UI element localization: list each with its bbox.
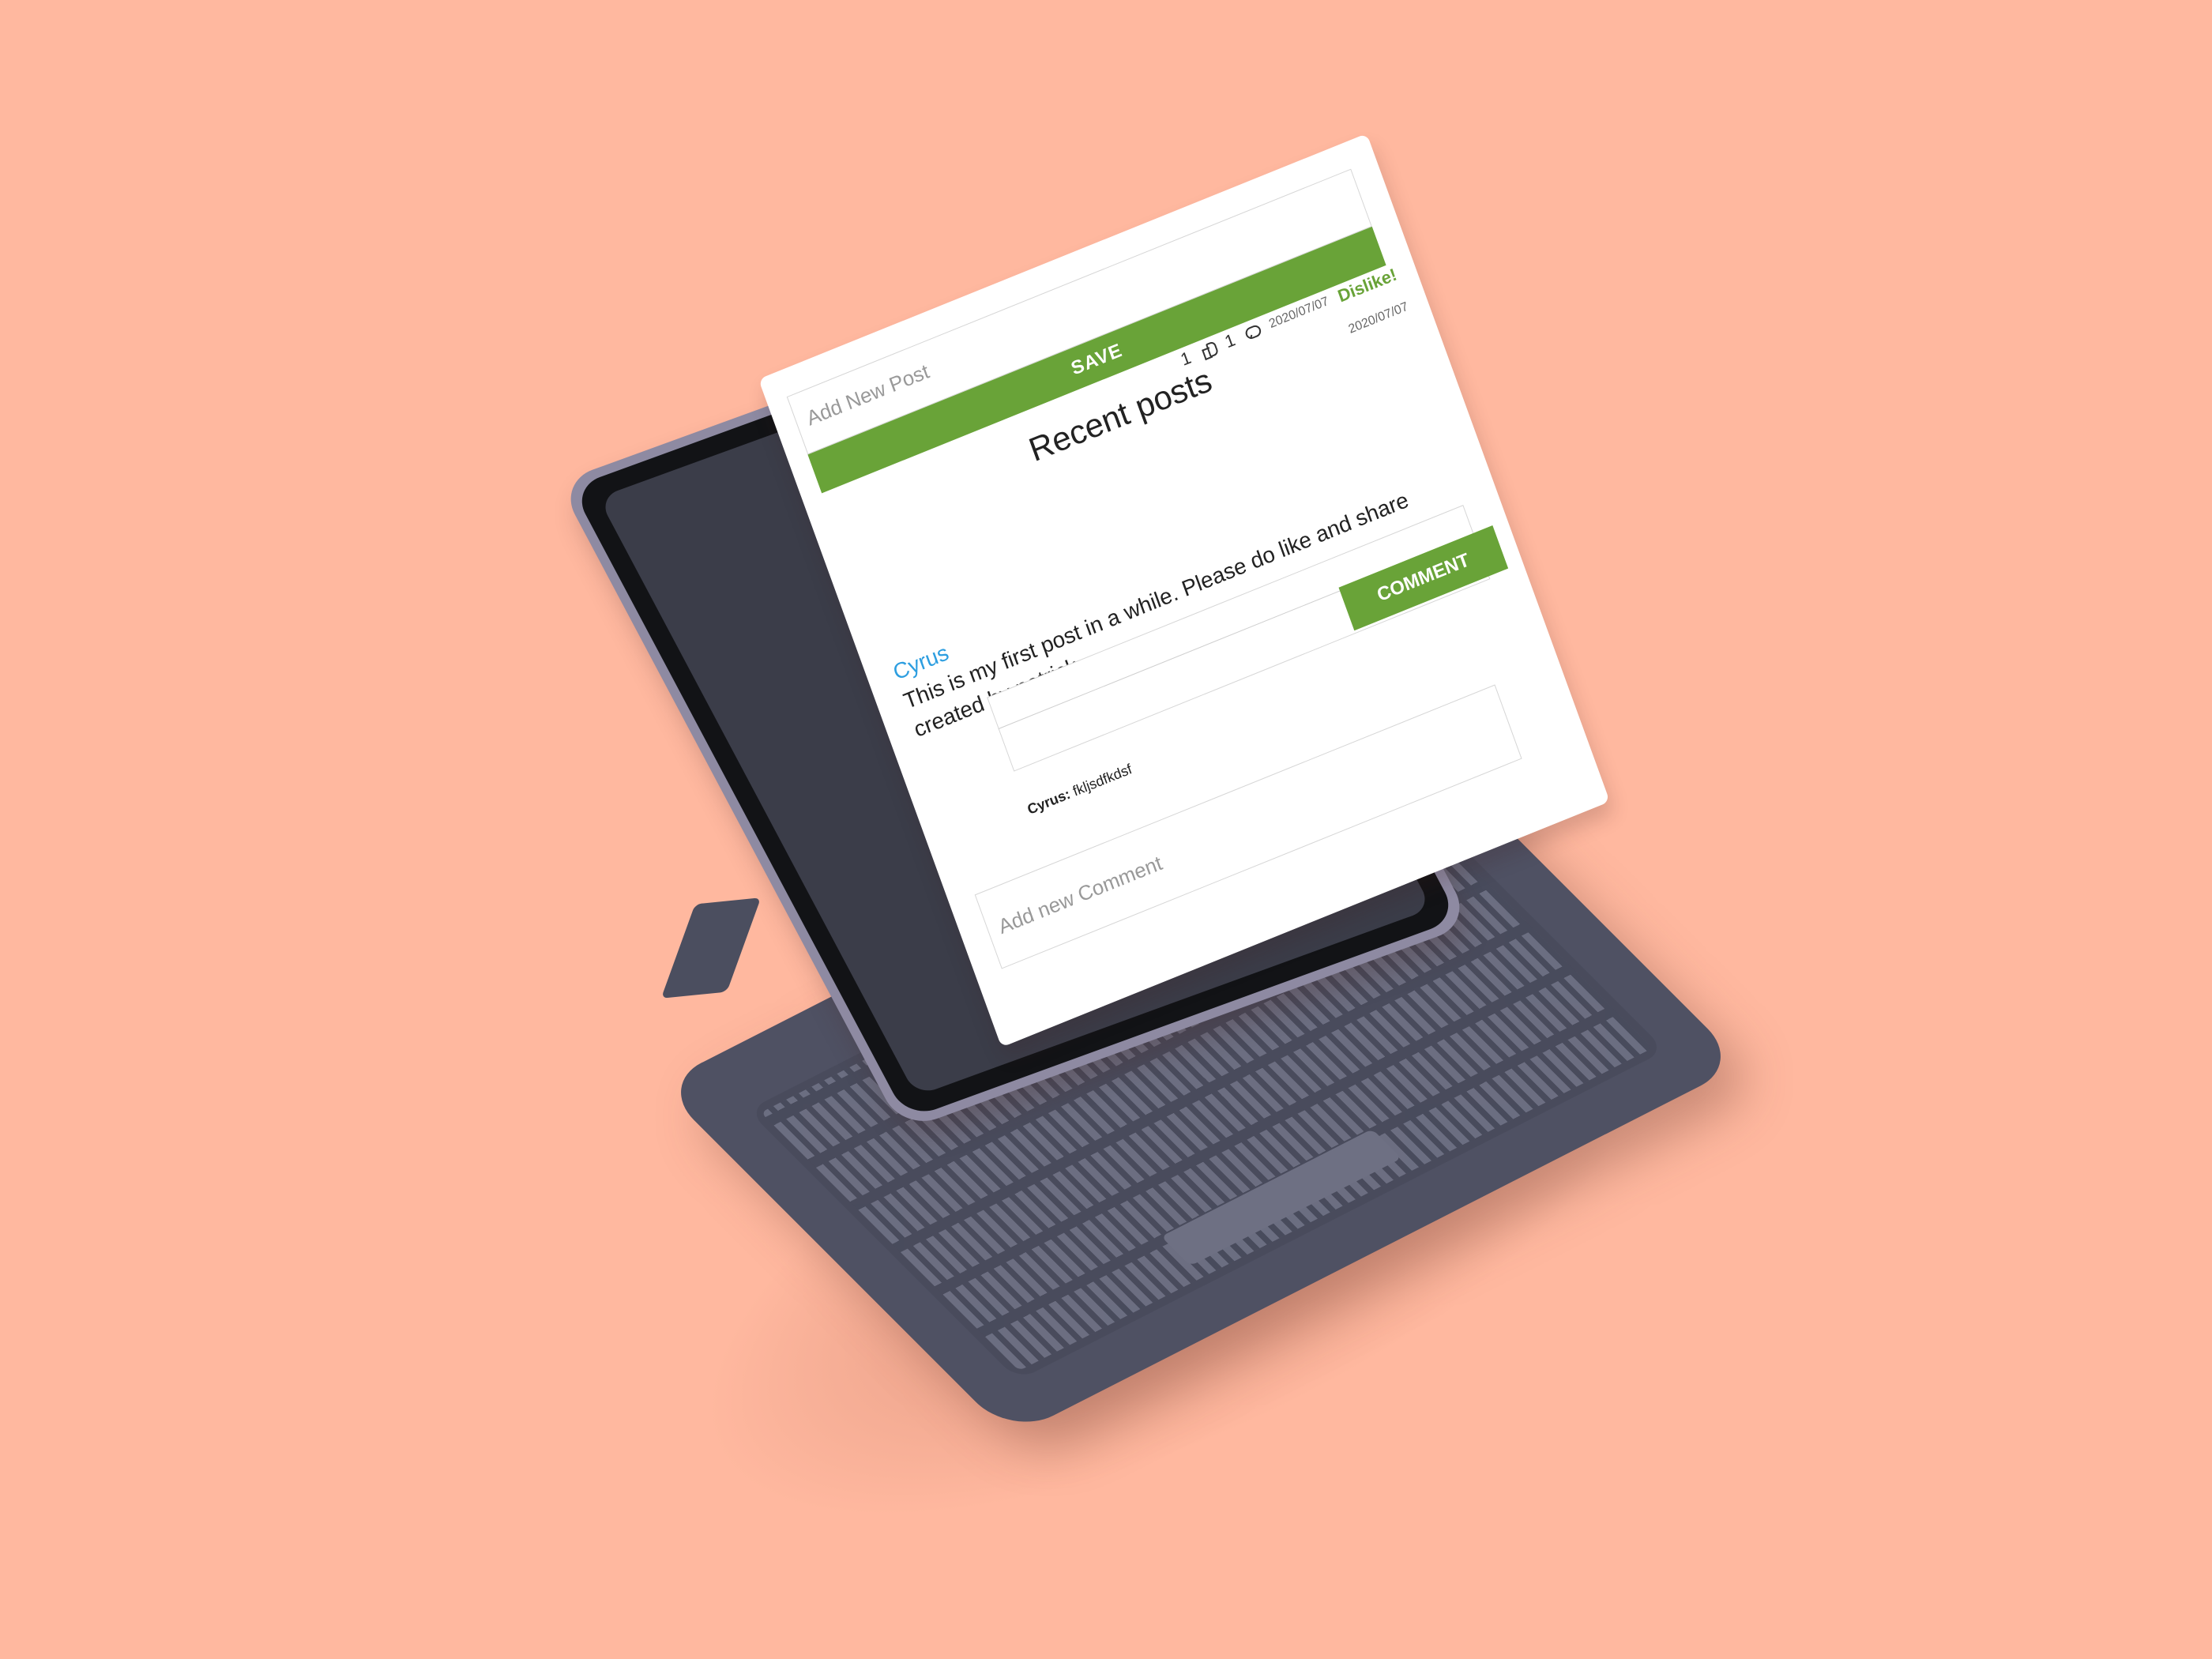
comment-count: 1: [1221, 329, 1238, 352]
comment-author: Cyrus:: [1025, 785, 1073, 818]
comment-text: fkljsdfkdsf: [1070, 761, 1134, 799]
comment-entry: Cyrus: fkljsdfkdsf: [1025, 761, 1134, 818]
thumbs-up-icon[interactable]: [1198, 340, 1217, 360]
tablet-stand: [660, 897, 762, 999]
comment-icon[interactable]: [1242, 322, 1262, 342]
like-count: 1: [1178, 347, 1194, 370]
